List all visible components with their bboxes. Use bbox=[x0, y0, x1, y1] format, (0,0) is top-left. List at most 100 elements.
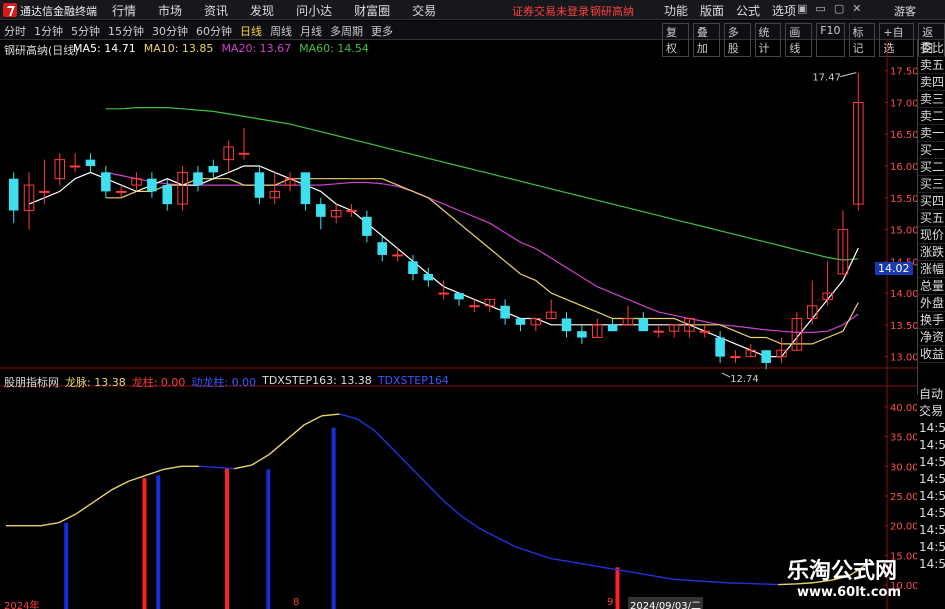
dragon-line-segment bbox=[75, 501, 95, 515]
ma20-line bbox=[105, 171, 859, 333]
right-menu: 功能 版面 公式 选项 bbox=[664, 2, 796, 19]
dragon-line-segment bbox=[444, 501, 463, 518]
candle-body bbox=[346, 209, 357, 212]
dragon-line-segment bbox=[356, 418, 375, 432]
tab-60min[interactable]: 60分钟 bbox=[196, 23, 232, 39]
candle-body bbox=[699, 330, 711, 333]
dragon-line-segment bbox=[707, 580, 726, 584]
dragon-line-segment bbox=[655, 575, 674, 580]
candle-body bbox=[362, 216, 372, 236]
indicator-tick-label: 35.00 bbox=[890, 433, 917, 444]
menu-item-trade[interactable]: 交易 bbox=[412, 2, 436, 19]
tab-5min[interactable]: 5分钟 bbox=[71, 23, 100, 39]
menu-item-news[interactable]: 资讯 bbox=[204, 2, 228, 19]
window-controls: ▣ ▭ ▢ ✕ bbox=[797, 2, 861, 15]
trade-time-label: 自动 bbox=[919, 387, 944, 401]
trade-time-label: 14:56 bbox=[919, 421, 945, 435]
candle-body bbox=[69, 165, 81, 168]
tab-1min[interactable]: 1分钟 bbox=[34, 23, 63, 39]
quote-label: 买一 bbox=[918, 143, 945, 159]
trade-time-label: 14:56 bbox=[919, 557, 945, 571]
menu-item-ask[interactable]: 问小达 bbox=[296, 2, 332, 19]
login-warning[interactable]: 证券交易未登录 bbox=[512, 3, 589, 19]
dragon-line-segment bbox=[637, 572, 656, 577]
guest-label[interactable]: 游客 bbox=[894, 3, 916, 19]
menu-item-wealth[interactable]: 财富圈 bbox=[354, 2, 390, 19]
dragon-line-segment bbox=[58, 513, 77, 524]
tab-30min[interactable]: 30分钟 bbox=[152, 23, 188, 39]
indicator-name[interactable]: 股朋指标网 bbox=[4, 374, 59, 390]
minimize-icon[interactable]: ▭ bbox=[815, 2, 825, 15]
candle-body bbox=[653, 330, 664, 333]
menu-item-layout[interactable]: 版面 bbox=[700, 2, 724, 19]
current-price-tag: 14.02 bbox=[875, 262, 913, 275]
dragon-line-segment bbox=[374, 430, 393, 449]
dragon-line-segment bbox=[532, 551, 551, 560]
tab-multi-period[interactable]: 多周期 bbox=[330, 23, 363, 39]
ma5-line bbox=[28, 165, 859, 358]
tab-daily[interactable]: 日线 bbox=[240, 23, 262, 39]
candle-body bbox=[300, 172, 311, 205]
blue-dragon-bar bbox=[331, 427, 336, 609]
candle-body bbox=[438, 292, 449, 295]
quote-label: 卖三 bbox=[918, 92, 945, 108]
menu-item-functions[interactable]: 功能 bbox=[664, 2, 688, 19]
price-tick-label: 16.00 bbox=[890, 162, 917, 173]
dragon-line-segment bbox=[251, 453, 270, 466]
dragon-line-segment bbox=[760, 583, 779, 586]
candle-body bbox=[238, 152, 250, 155]
candle-body bbox=[39, 190, 50, 193]
ma5-value: MA5: 14.71 bbox=[73, 42, 136, 55]
quote-label: 卖四 bbox=[918, 75, 945, 91]
quote-label: 卖二 bbox=[918, 109, 945, 125]
dragon-line-segment bbox=[743, 582, 761, 585]
price-tick-label: 15.00 bbox=[890, 226, 917, 237]
dragon-line-segment bbox=[409, 465, 428, 485]
indicator-side-panel: 自动交易 14:56 14:56 14:56 14:56 14:56 14:56 14:56 1… bbox=[917, 386, 945, 573]
dragon-line-segment bbox=[514, 545, 533, 554]
menu-item-formula[interactable]: 公式 bbox=[736, 2, 760, 19]
dragon-line-segment bbox=[304, 415, 323, 426]
chart-area[interactable]: 17.5017.0016.5016.0015.5015.0014.5014.00… bbox=[0, 40, 917, 609]
date-label-sep: 9 bbox=[607, 597, 614, 608]
quote-side-panel: 委比 卖五 卖四 卖三 卖二 卖一 买一 买二 买三 买四 买五 现价 涨跌 涨幅 总量 外盘 换手 净资 收益 bbox=[917, 40, 945, 395]
close-icon[interactable]: ✕ bbox=[852, 2, 861, 15]
trade-time-label: 14:56 bbox=[919, 540, 945, 554]
quote-label: 买四 bbox=[918, 194, 945, 210]
candle-body bbox=[607, 324, 618, 332]
app-logo-icon bbox=[3, 3, 17, 17]
dragon-line-segment bbox=[497, 536, 516, 548]
menu-item-options[interactable]: 选项 bbox=[772, 2, 796, 19]
price-tick-label: 17.50 bbox=[890, 67, 917, 78]
dragon-line-segment bbox=[549, 557, 568, 563]
quote-label: 涨幅 bbox=[918, 262, 945, 278]
maximize-icon[interactable]: ▢ bbox=[834, 2, 844, 15]
quote-label: 总量 bbox=[918, 279, 945, 295]
menu-item-market[interactable]: 市场 bbox=[158, 2, 182, 19]
tab-more[interactable]: 更多 bbox=[371, 23, 393, 39]
candle-body bbox=[500, 305, 510, 319]
candle-body bbox=[408, 261, 418, 274]
trade-time-label: 14:56 bbox=[919, 489, 945, 503]
tab-intraday[interactable]: 分时 bbox=[4, 23, 26, 39]
candle-body bbox=[8, 178, 19, 211]
dragon-line-segment bbox=[339, 413, 358, 420]
tab-weekly[interactable]: 周线 bbox=[270, 23, 292, 39]
tab-monthly[interactable]: 月线 bbox=[300, 23, 322, 39]
quote-label: 买五 bbox=[918, 211, 945, 227]
restore-icon[interactable]: ▣ bbox=[797, 2, 807, 15]
low-price-label: 12.74 bbox=[730, 374, 759, 385]
ma60-line bbox=[105, 106, 859, 261]
menu-item-quotes[interactable]: 行情 bbox=[112, 2, 136, 19]
period-toolbar: 分时 1分钟 5分钟 15分钟 30分钟 60分钟 日线 周线 月线 多周期 更… bbox=[0, 21, 945, 57]
candle-body bbox=[392, 254, 403, 257]
candle-body bbox=[469, 305, 480, 308]
quote-label: 净资 bbox=[918, 330, 945, 346]
tab-15min[interactable]: 15分钟 bbox=[108, 23, 144, 39]
watermark-url: www.60lt.com bbox=[797, 585, 902, 600]
trade-time-label: 交易 bbox=[919, 404, 944, 418]
menu-item-discover[interactable]: 发现 bbox=[250, 2, 274, 19]
candle-body bbox=[423, 274, 434, 281]
candle-body bbox=[316, 204, 326, 217]
dragon-line-segment bbox=[268, 439, 288, 455]
